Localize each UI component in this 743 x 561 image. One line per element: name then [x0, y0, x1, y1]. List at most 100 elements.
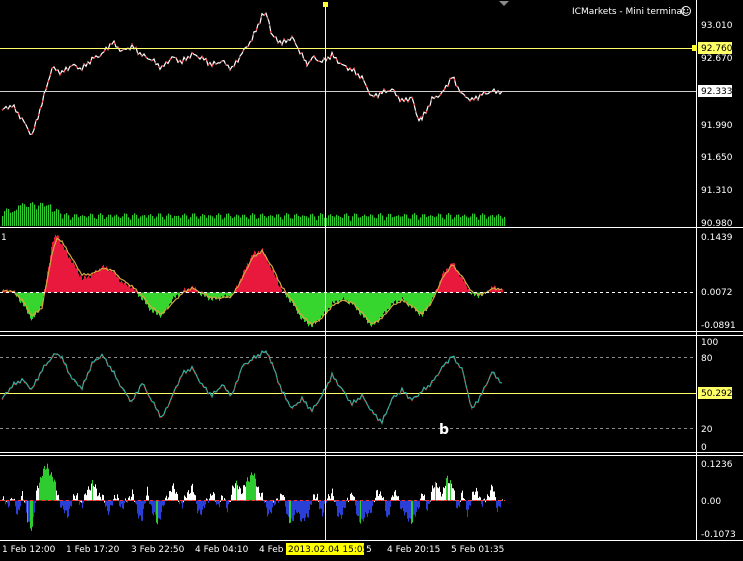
- histogram-bar: [4, 500, 5, 501]
- histogram-bar: [344, 500, 345, 509]
- histogram-bar: [347, 497, 348, 501]
- histogram-bar: [285, 500, 286, 507]
- macd-bar: [167, 292, 168, 310]
- histogram-bar: [356, 500, 357, 515]
- histogram-bar: [160, 500, 161, 520]
- macd-bar: [312, 292, 313, 327]
- histogram-bar: [17, 500, 18, 515]
- histogram-bar: [364, 500, 365, 518]
- macd-bar: [174, 292, 175, 298]
- volume-bar: [428, 216, 430, 226]
- price-badge-current[interactable]: 92.333: [698, 85, 733, 97]
- macd-bar: [467, 289, 468, 293]
- crosshair-top-marker[interactable]: [323, 2, 328, 7]
- histogram-bar: [170, 490, 171, 501]
- histogram-bar: [96, 488, 97, 501]
- histogram-bar: [481, 500, 482, 505]
- histogram-bar: [291, 500, 292, 519]
- histogram-bar: [167, 499, 168, 501]
- macd-bar: [229, 292, 230, 297]
- histogram-bar: [310, 500, 311, 505]
- histogram-bar: [350, 493, 351, 501]
- volume-bar: [502, 218, 504, 226]
- volume-bar: [136, 214, 138, 226]
- macd-bar: [337, 292, 338, 304]
- histogram-bar: [467, 500, 468, 517]
- histogram-bar: [146, 495, 147, 501]
- volume-bar: [142, 215, 144, 226]
- macd-bar: [74, 264, 75, 293]
- axis-label: -0.0891: [701, 321, 736, 331]
- macd-bar: [412, 292, 413, 308]
- histogram-bar: [215, 500, 216, 502]
- macd-bar: [225, 292, 226, 295]
- volume-bar: [412, 214, 414, 226]
- histogram-bar: [247, 477, 248, 501]
- macd-bar: [335, 292, 336, 301]
- histogram-bar: [9, 500, 10, 506]
- macd-bar: [217, 292, 218, 298]
- crosshair-date-badge[interactable]: 2013.02.04 15:05: [286, 543, 368, 555]
- volume-bar: [234, 216, 236, 226]
- volume-bar: [282, 219, 284, 226]
- oscillator-value-badge[interactable]: 50.292: [698, 387, 733, 399]
- histogram-bar: [15, 500, 16, 507]
- volume-bar: [124, 213, 126, 226]
- histogram-bar: [57, 495, 58, 501]
- volume-bar: [68, 215, 70, 226]
- macd-bar: [91, 274, 92, 293]
- volume-bar: [208, 215, 210, 226]
- histogram-bar: [187, 492, 188, 501]
- macd-bar: [109, 270, 110, 293]
- volume-bar: [216, 215, 218, 226]
- volume-bar: [198, 218, 200, 226]
- histogram-bar: [406, 500, 407, 513]
- volume-bar: [18, 205, 20, 226]
- histogram-bar: [497, 500, 498, 513]
- volume-bar: [442, 217, 444, 226]
- macd-bar: [87, 277, 88, 293]
- axis-label: 91.310: [701, 186, 733, 196]
- volume-bar: [154, 218, 156, 226]
- macd-bar: [340, 292, 341, 301]
- chart-canvas[interactable]: ICMarkets - Mini terminal 93.010 92.670 …: [0, 0, 743, 561]
- histogram-bar: [415, 500, 416, 517]
- macd-bar: [252, 255, 253, 293]
- volume-bar: [202, 214, 204, 226]
- volume-bar: [164, 219, 166, 226]
- macd-bar: [424, 292, 425, 311]
- histogram-bar: [100, 496, 101, 501]
- histogram-bar: [173, 483, 174, 501]
- histogram-bar: [321, 500, 322, 510]
- axis-label: 20: [701, 425, 713, 435]
- histogram-bar: [336, 500, 337, 507]
- macd-bar: [77, 269, 78, 293]
- histogram-bar: [435, 481, 436, 501]
- histogram-bar: [234, 488, 235, 501]
- histogram-bar: [237, 485, 238, 501]
- volume-bar: [468, 217, 470, 226]
- macd-bar: [126, 284, 127, 293]
- volume-bar: [232, 218, 234, 226]
- histogram-bar: [286, 500, 287, 514]
- histogram-bar: [361, 500, 362, 519]
- histogram-bar: [205, 500, 206, 505]
- volume-bar: [148, 215, 150, 226]
- histogram-bar: [272, 500, 273, 508]
- histogram-bar: [125, 498, 126, 501]
- axis-label: 91.650: [701, 153, 733, 163]
- histogram-bar: [46, 468, 47, 501]
- price-axis-marker[interactable]: [692, 45, 697, 51]
- volume-bar: [362, 215, 364, 226]
- volume-bar: [426, 217, 428, 226]
- volume-bar: [178, 215, 180, 226]
- macd-bar: [326, 292, 327, 313]
- histogram-bar: [152, 500, 153, 514]
- price-badge-high[interactable]: 92.760: [698, 42, 733, 54]
- volume-bar: [458, 214, 460, 226]
- macd-bar: [212, 292, 213, 301]
- histogram-bar: [300, 500, 301, 521]
- histogram-bar: [175, 493, 176, 501]
- histogram-bar: [242, 493, 243, 501]
- histogram-bar: [254, 473, 255, 501]
